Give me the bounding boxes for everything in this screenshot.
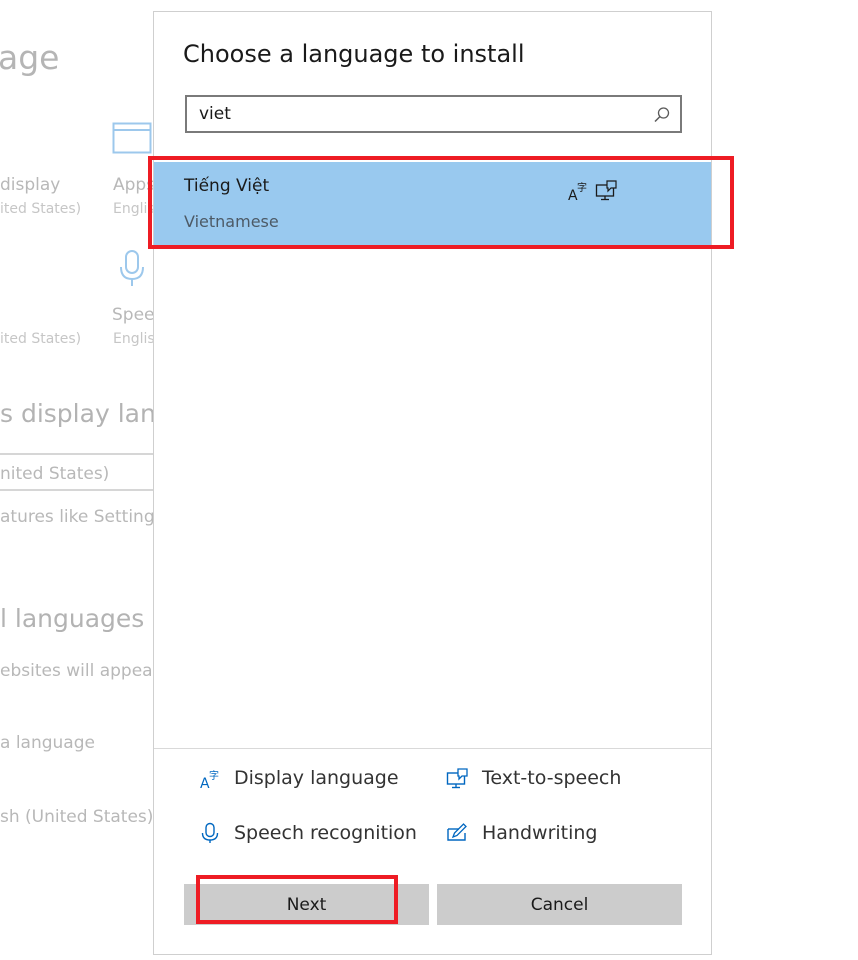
page-title-fragment: age — [0, 38, 60, 77]
tile-display-sub: ited States) — [0, 201, 82, 217]
svg-text:字: 字 — [209, 769, 219, 782]
language-result-item[interactable]: Tiếng Việt Vietnamese A 字 — [154, 162, 711, 246]
tile-display-label: display — [0, 175, 61, 195]
tile-speech-sub: ited States) — [0, 331, 82, 347]
legend-divider — [154, 748, 711, 749]
tile-apps-label: Apps — [113, 175, 156, 195]
search-icon[interactable] — [653, 106, 671, 124]
microphone-icon — [201, 822, 219, 843]
display-language-icon: A 字 — [568, 181, 587, 202]
choose-language-dialog: Choose a language to install Tiếng Việt … — [153, 11, 712, 955]
legend-handwriting: Handwriting — [482, 822, 598, 844]
legend-speech-recognition: Speech recognition — [234, 822, 417, 844]
language-native-name: Tiếng Việt — [184, 176, 270, 196]
display-language-dropdown[interactable]: nited States) — [0, 464, 109, 484]
microphone-icon — [120, 250, 144, 286]
tile-apps-sub: Englis — [113, 201, 155, 217]
handwriting-icon — [447, 823, 467, 841]
svg-text:字: 字 — [577, 181, 587, 194]
text-to-speech-icon — [446, 768, 468, 789]
text-to-speech-icon — [595, 180, 617, 201]
dialog-title: Choose a language to install — [183, 40, 525, 68]
installed-language-item[interactable]: sh (United States) — [0, 807, 153, 827]
display-language-icon: A 字 — [200, 769, 219, 790]
next-button[interactable]: Next — [184, 884, 429, 925]
language-search-box[interactable] — [185, 95, 682, 133]
language-english-name: Vietnamese — [184, 212, 279, 231]
legend-display-language: Display language — [234, 767, 399, 789]
legend-text-to-speech: Text-to-speech — [482, 767, 622, 789]
apps-window-icon — [112, 122, 152, 154]
dropdown-top-border — [0, 453, 154, 455]
cancel-button[interactable]: Cancel — [437, 884, 682, 925]
add-language-link[interactable]: a language — [0, 733, 95, 753]
tile-speech-sub2: Englis — [113, 331, 155, 347]
dropdown-bottom-border — [0, 489, 154, 491]
section-languages-heading: l languages — [0, 604, 145, 633]
language-search-input[interactable] — [199, 97, 639, 131]
